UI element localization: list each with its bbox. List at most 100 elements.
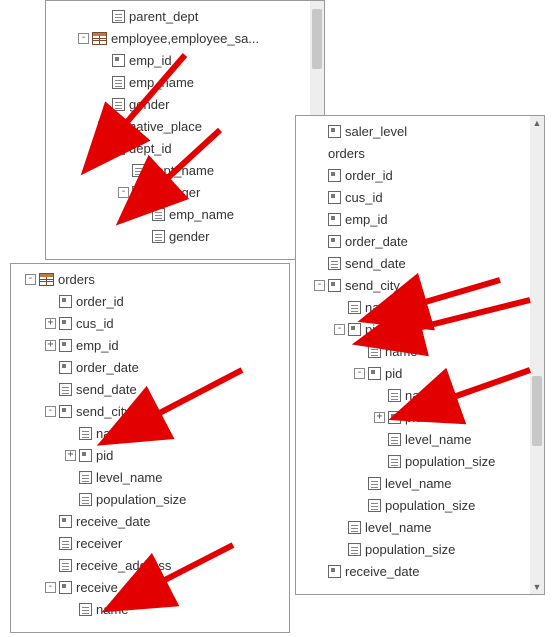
field-icon: [348, 543, 361, 556]
expand-icon[interactable]: +: [374, 412, 385, 423]
tree-node[interactable]: level_name: [298, 428, 542, 450]
collapse-icon[interactable]: -: [118, 187, 129, 198]
field-icon: [368, 499, 381, 512]
field-icon: [348, 521, 361, 534]
expand-icon[interactable]: +: [45, 318, 56, 329]
tree-node-label: emp_name: [129, 75, 194, 90]
tree-node-label: emp_id: [76, 338, 119, 353]
tree-node-label: level_name: [365, 520, 432, 535]
tree-node[interactable]: +pid: [298, 406, 542, 428]
tree-node[interactable]: population_size: [298, 450, 542, 472]
tree-node[interactable]: receive_date: [13, 510, 287, 532]
tree-node-label: receive_date: [345, 564, 419, 579]
collapse-icon[interactable]: -: [78, 33, 89, 44]
tree-3[interactable]: saler_levelordersorder_idcus_id emp_idord…: [296, 116, 544, 586]
tree-node-label: population_size: [365, 542, 455, 557]
tree-1[interactable]: parent_dept - employee,employee_sa... emp_i…: [46, 1, 324, 251]
tree-node[interactable]: order_id: [298, 164, 542, 186]
tree-node[interactable]: order_id: [13, 290, 287, 312]
pk-icon: [328, 169, 341, 182]
tree-node-label: pid: [365, 322, 382, 337]
tree-node[interactable]: level_name: [13, 466, 287, 488]
tree-node[interactable]: +cus_id: [13, 312, 287, 334]
tree-node[interactable]: + pid: [13, 444, 287, 466]
tree-node-label: gender: [129, 97, 169, 112]
tree-node[interactable]: send_date: [13, 378, 287, 400]
collapse-icon[interactable]: -: [354, 368, 365, 379]
scrollbar[interactable]: ▲ ▼: [530, 116, 544, 594]
field-icon: [152, 230, 165, 243]
tree-node-label: emp_id: [129, 53, 172, 68]
tree-node-label: send_city: [345, 278, 400, 293]
field-icon: [112, 76, 125, 89]
tree-node[interactable]: + native_place: [48, 115, 322, 137]
tree-node[interactable]: saler_level: [298, 120, 542, 142]
tree-node[interactable]: -pid: [298, 362, 542, 384]
pk-icon: [132, 186, 145, 199]
tree-node[interactable]: emp_id: [48, 49, 322, 71]
tree-node[interactable]: emp_name: [48, 203, 322, 225]
tree-node[interactable]: receive_date: [298, 560, 542, 582]
tree-node-label: name: [385, 344, 418, 359]
tree-node[interactable]: send_date: [298, 252, 542, 274]
collapse-icon[interactable]: -: [98, 143, 109, 154]
collapse-icon[interactable]: -: [314, 280, 325, 291]
expand-icon[interactable]: +: [65, 450, 76, 461]
tree-node-label: population_size: [385, 498, 475, 513]
scroll-down-icon[interactable]: ▼: [530, 580, 544, 594]
tree-node-label: population_size: [96, 492, 186, 507]
tree-node[interactable]: dept_name: [48, 159, 322, 181]
tree-node[interactable]: name: [298, 384, 542, 406]
tree-node[interactable]: gender: [48, 93, 322, 115]
tree-node[interactable]: parent_dept: [48, 5, 322, 27]
tree-node[interactable]: orders: [298, 142, 542, 164]
tree-node[interactable]: -orders: [13, 268, 287, 290]
scroll-thumb[interactable]: [312, 9, 322, 69]
collapse-icon[interactable]: -: [334, 324, 345, 335]
tree-node[interactable]: emp_id: [298, 208, 542, 230]
expand-icon[interactable]: +: [45, 340, 56, 351]
tree-node[interactable]: receiver: [13, 532, 287, 554]
tree-node[interactable]: name: [13, 598, 287, 620]
tree-node[interactable]: -send_city: [13, 400, 287, 422]
tree-node-label: emp_id: [345, 212, 388, 227]
tree-node[interactable]: - pid: [298, 318, 542, 340]
tree-node[interactable]: -manager: [48, 181, 322, 203]
scroll-thumb[interactable]: [532, 376, 542, 446]
tree-node[interactable]: level_name: [298, 516, 542, 538]
expand-icon[interactable]: +: [98, 121, 109, 132]
tree-node[interactable]: - send_city: [298, 274, 542, 296]
tree-node[interactable]: population_size: [298, 494, 542, 516]
tree-node[interactable]: population_size: [13, 488, 287, 510]
tree-node-label: employee,employee_sa...: [111, 31, 259, 46]
field-icon: [388, 433, 401, 446]
tree-node[interactable]: receive_address: [13, 554, 287, 576]
collapse-icon[interactable]: -: [45, 582, 56, 593]
tree-node[interactable]: name: [298, 296, 542, 318]
collapse-icon[interactable]: -: [45, 406, 56, 417]
tree-node[interactable]: order_date: [13, 356, 287, 378]
tree-node[interactable]: gender: [48, 225, 322, 247]
tree-node[interactable]: + emp_id: [13, 334, 287, 356]
tree-node[interactable]: emp_name: [48, 71, 322, 93]
field-icon: [152, 208, 165, 221]
field-icon: [348, 301, 361, 314]
tree-node-label: native_place: [129, 119, 202, 134]
tree-node[interactable]: level_name: [298, 472, 542, 494]
tree-2[interactable]: -ordersorder_id+cus_id+emp_idorder_dates…: [11, 264, 289, 624]
tree-node[interactable]: -dept_id: [48, 137, 322, 159]
tree-node[interactable]: cus_id: [298, 186, 542, 208]
tree-node[interactable]: name: [298, 340, 542, 362]
tree-node[interactable]: -receive_city: [13, 576, 287, 598]
tree-node[interactable]: - employee,employee_sa...: [48, 27, 322, 49]
tree-node[interactable]: order_date: [298, 230, 542, 252]
tree-node-label: name: [96, 426, 129, 441]
scroll-up-icon[interactable]: ▲: [530, 116, 544, 130]
tree-node-label: pid: [96, 448, 113, 463]
field-icon: [59, 559, 72, 572]
pk-icon: [368, 367, 381, 380]
tree-node[interactable]: population_size: [298, 538, 542, 560]
tree-node-label: name: [96, 602, 129, 617]
tree-node[interactable]: name: [13, 422, 287, 444]
collapse-icon[interactable]: -: [25, 274, 36, 285]
